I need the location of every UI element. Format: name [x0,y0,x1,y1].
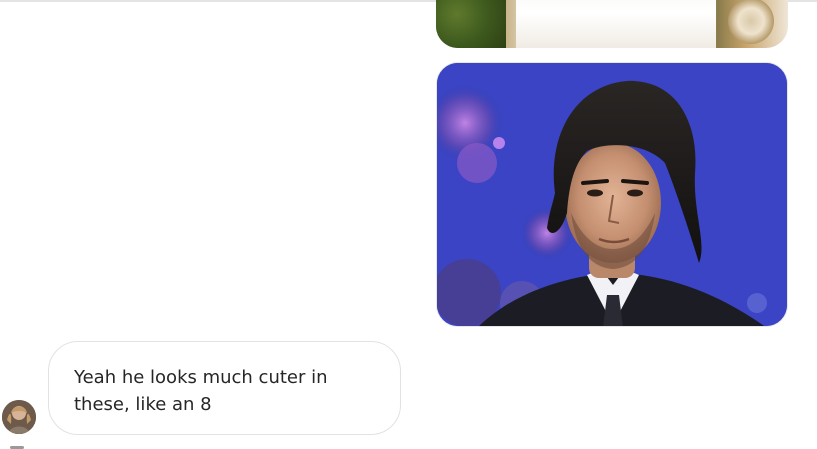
avatar[interactable] [2,400,36,434]
image-foliage [436,0,506,48]
image-flower [728,0,774,44]
message-image-partial[interactable] [436,0,788,48]
message-text: Yeah he looks much cuter in these, like … [74,367,328,415]
photo-man-suit [437,63,787,326]
avatar-icon [2,400,36,434]
chat-thread: Yeah he looks much cuter in these, like … [0,0,817,449]
message-image[interactable] [436,62,788,327]
image-shirt [516,0,716,48]
incoming-message-bubble[interactable]: Yeah he looks much cuter in these, like … [48,341,401,435]
